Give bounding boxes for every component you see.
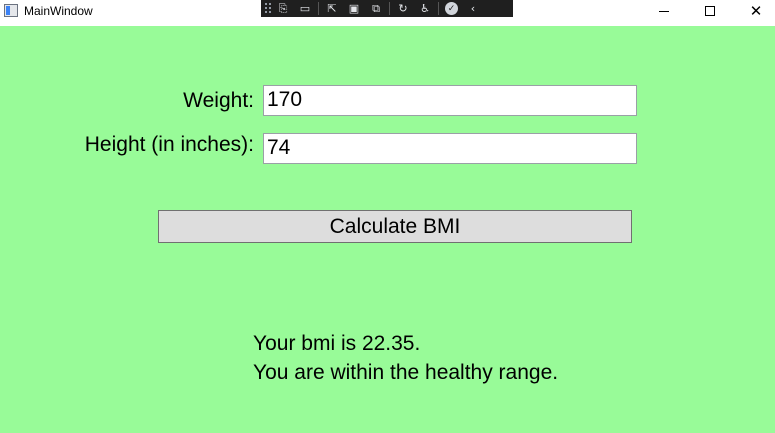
minimize-button[interactable] xyxy=(641,0,687,22)
accessibility-icon[interactable]: ♿ xyxy=(414,1,436,16)
binding-check-icon[interactable]: ✓ xyxy=(445,2,458,15)
collapse-icon[interactable]: ‹ xyxy=(462,1,484,16)
live-visual-tree-icon[interactable]: ⎘ xyxy=(272,1,294,16)
maximize-button[interactable] xyxy=(687,0,733,22)
track-focus-icon[interactable]: ⧉ xyxy=(365,1,387,16)
hot-reload-icon[interactable]: ↻ xyxy=(392,1,414,16)
title-bar: MainWindow ⎘ ▭ ⇱ ▣ ⧉ ↻ ♿ ✓ ‹ ✕ xyxy=(0,0,775,26)
minimize-icon xyxy=(659,10,669,12)
bmi-range-text: You are within the healthy range. xyxy=(253,361,559,384)
height-label: Height (in inches): xyxy=(84,133,254,156)
display-layout-adorners-icon[interactable]: ▣ xyxy=(343,1,365,16)
close-icon: ✕ xyxy=(749,1,763,20)
window-content: Weight: 170 Height (in inches): 74 Calcu… xyxy=(0,26,775,433)
weight-label: Weight: xyxy=(183,89,254,112)
weight-input[interactable]: 170 xyxy=(263,85,637,116)
close-button[interactable]: ✕ xyxy=(733,0,775,22)
toolbar-separator xyxy=(389,2,390,15)
bmi-result-text: Your bmi is 22.35. xyxy=(253,332,421,355)
window-title: MainWindow xyxy=(24,4,93,18)
toolbar-separator xyxy=(438,2,439,15)
select-element-icon[interactable]: ⇱ xyxy=(321,1,343,16)
height-input[interactable]: 74 xyxy=(263,133,637,164)
xaml-debug-toolbar: ⎘ ▭ ⇱ ▣ ⧉ ↻ ♿ ✓ ‹ xyxy=(261,0,513,17)
maximize-icon xyxy=(705,6,715,16)
record-icon[interactable]: ▭ xyxy=(294,1,316,16)
toolbar-separator xyxy=(318,2,319,15)
app-window-icon xyxy=(4,4,18,17)
toolbar-grip-icon[interactable] xyxy=(264,2,272,15)
calculate-bmi-button[interactable]: Calculate BMI xyxy=(158,210,632,243)
